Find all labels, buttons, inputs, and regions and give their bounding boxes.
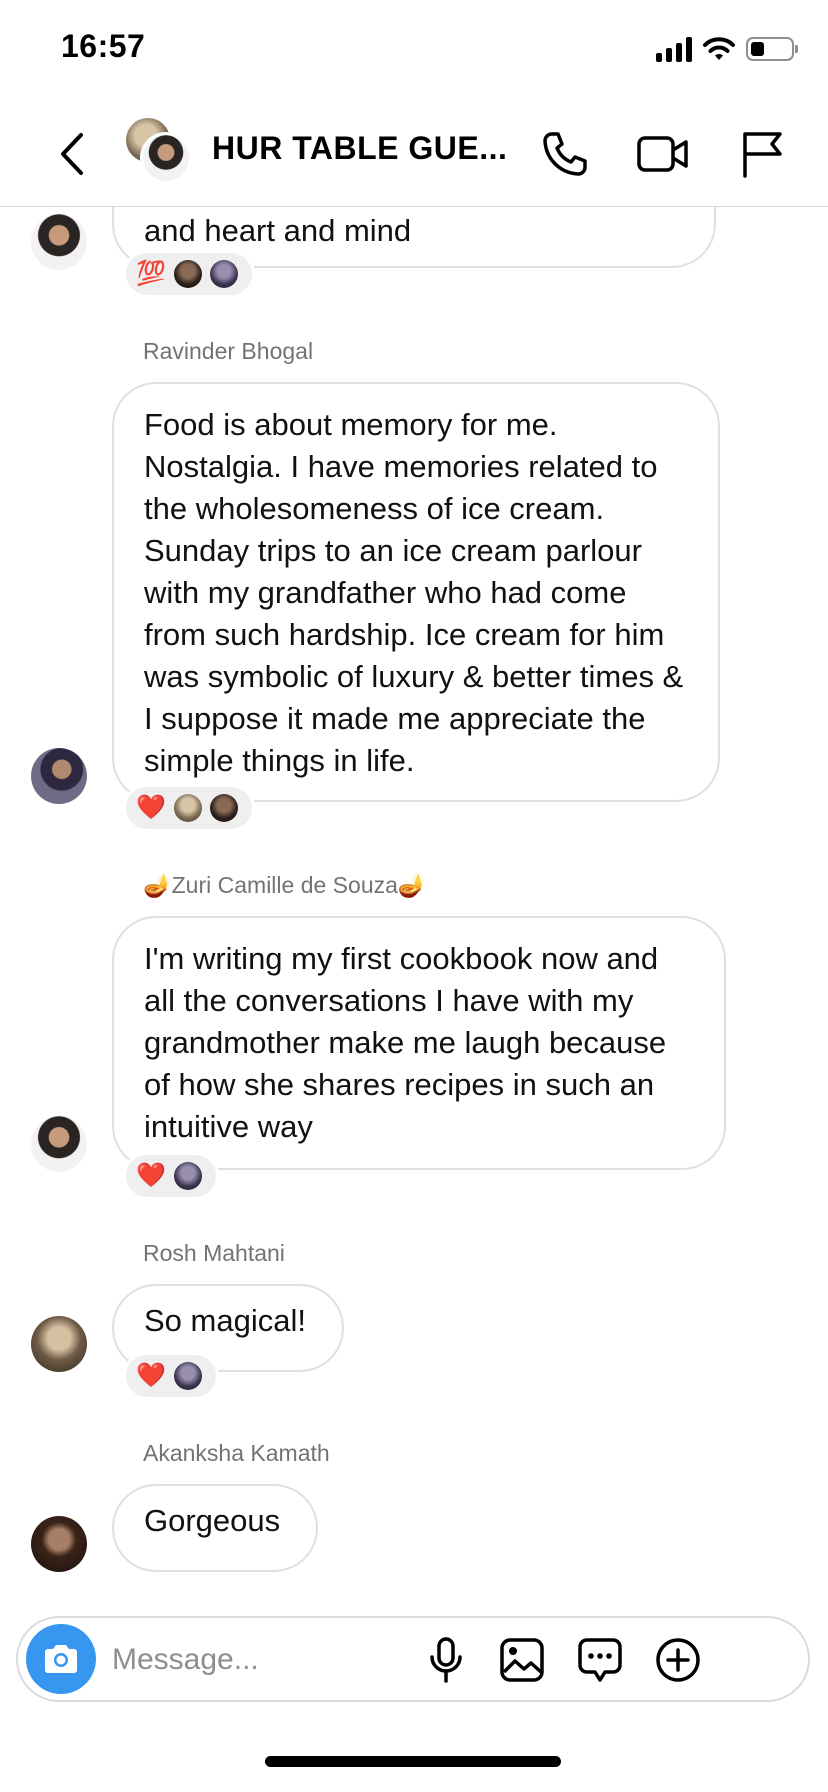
avatar[interactable] <box>31 1516 87 1572</box>
status-icons <box>656 36 798 62</box>
reaction-hundred-points-emoji: 💯 <box>136 260 166 287</box>
message-text: Gorgeous <box>144 1503 281 1538</box>
reactor-avatar <box>174 794 202 822</box>
thread-title[interactable]: HUR TABLE GUE... <box>212 130 512 167</box>
message-input[interactable] <box>110 1634 414 1686</box>
message-bubble[interactable]: Food is about memory for me. Nostalgia. … <box>112 382 720 802</box>
chat-header: HUR TABLE GUE... <box>0 100 828 207</box>
add-icon <box>656 1638 700 1682</box>
home-indicator[interactable] <box>265 1756 561 1767</box>
phone-icon <box>543 132 587 176</box>
reactor-avatar <box>174 1162 202 1190</box>
flag-icon <box>743 132 782 178</box>
reaction-heart-emoji: ❤️ <box>136 1362 166 1389</box>
avatar[interactable] <box>31 214 87 270</box>
message-text: I'm writing my first cookbook now and al… <box>144 941 667 1144</box>
message-bubble[interactable]: Gorgeous <box>112 1484 318 1572</box>
reactor-avatar <box>210 794 238 822</box>
camera-button[interactable] <box>26 1624 96 1694</box>
reaction-bar[interactable]: ❤️ <box>123 1352 219 1400</box>
gallery-icon <box>500 1638 544 1682</box>
wifi-icon <box>703 37 735 60</box>
audio-call-button[interactable] <box>537 126 593 182</box>
avatar[interactable] <box>31 1316 87 1372</box>
back-chevron-icon <box>61 133 83 175</box>
add-button[interactable] <box>652 1634 704 1686</box>
message-text: and heart and mind <box>144 213 412 248</box>
video-call-button[interactable] <box>635 126 691 182</box>
reactor-avatar <box>174 1362 202 1390</box>
voice-message-button[interactable] <box>420 1634 472 1686</box>
cellular-signal-icon <box>656 36 692 62</box>
sticker-button[interactable] <box>574 1634 626 1686</box>
sender-name: Akanksha Kamath <box>143 1440 330 1466</box>
reaction-bar[interactable]: ❤️ <box>123 784 255 832</box>
sender-name: Ravinder Bhogal <box>143 338 314 364</box>
status-bar: 16:57 <box>0 0 828 100</box>
sticker-chat-icon <box>578 1638 622 1682</box>
group-avatar[interactable] <box>126 118 192 184</box>
reactor-avatar <box>210 260 238 288</box>
camera-icon <box>45 1645 77 1673</box>
message-bubble[interactable]: I'm writing my first cookbook now and al… <box>112 916 726 1170</box>
avatar[interactable] <box>31 748 87 804</box>
message-list[interactable]: and heart and mind 💯 Ravinder Bhogal Foo… <box>0 206 828 1610</box>
battery-icon <box>746 37 798 61</box>
reaction-bar[interactable]: 💯 <box>123 250 255 298</box>
message-text: Food is about memory for me. Nostalgia. … <box>144 407 684 778</box>
sender-name: 🪔Zuri Camille de Souza🪔 <box>143 872 427 898</box>
status-time: 16:57 <box>61 28 146 64</box>
message-text: So magical! <box>144 1303 306 1338</box>
microphone-icon <box>430 1637 462 1683</box>
member-avatar <box>140 132 192 184</box>
video-camera-icon <box>637 136 688 172</box>
sender-name: Rosh Mahtani <box>143 1240 285 1266</box>
message-composer <box>16 1616 810 1702</box>
gallery-button[interactable] <box>496 1634 548 1686</box>
reaction-heart-emoji: ❤️ <box>136 1162 166 1189</box>
reactor-avatar <box>174 260 202 288</box>
back-button[interactable] <box>50 124 94 184</box>
avatar[interactable] <box>31 1116 87 1172</box>
report-flag-button[interactable] <box>734 126 790 182</box>
reaction-bar[interactable]: ❤️ <box>123 1152 219 1200</box>
reaction-heart-emoji: ❤️ <box>136 794 166 821</box>
